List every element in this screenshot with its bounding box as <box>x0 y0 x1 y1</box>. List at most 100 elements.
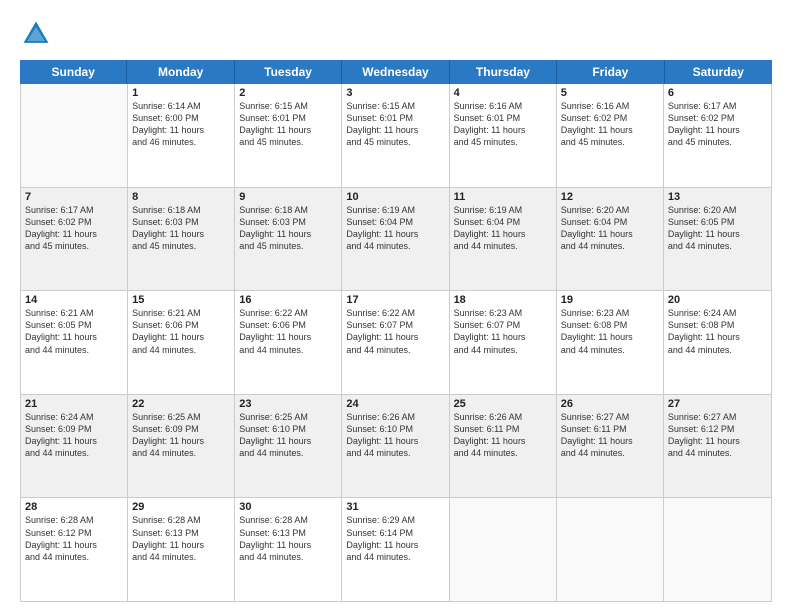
cell-info-line: Sunrise: 6:28 AM <box>25 514 123 526</box>
cell-info-line: Sunset: 6:01 PM <box>454 112 552 124</box>
cell-info-line: Sunrise: 6:23 AM <box>454 307 552 319</box>
logo <box>20 18 56 50</box>
cell-info-line: and 44 minutes. <box>561 240 659 252</box>
calendar-cell: 23Sunrise: 6:25 AMSunset: 6:10 PMDayligh… <box>235 395 342 498</box>
day-number: 1 <box>132 87 230 99</box>
cell-info-line: Sunset: 6:02 PM <box>668 112 767 124</box>
calendar-cell: 17Sunrise: 6:22 AMSunset: 6:07 PMDayligh… <box>342 291 449 394</box>
day-number: 25 <box>454 398 552 410</box>
calendar-cell: 5Sunrise: 6:16 AMSunset: 6:02 PMDaylight… <box>557 84 664 187</box>
cell-info-line: and 44 minutes. <box>239 344 337 356</box>
cell-info-line: and 44 minutes. <box>454 240 552 252</box>
calendar-cell: 30Sunrise: 6:28 AMSunset: 6:13 PMDayligh… <box>235 498 342 601</box>
day-number: 27 <box>668 398 767 410</box>
cell-info-line: Sunrise: 6:18 AM <box>239 204 337 216</box>
calendar-cell: 28Sunrise: 6:28 AMSunset: 6:12 PMDayligh… <box>21 498 128 601</box>
day-number: 9 <box>239 191 337 203</box>
day-number: 4 <box>454 87 552 99</box>
calendar-row: 28Sunrise: 6:28 AMSunset: 6:12 PMDayligh… <box>21 498 771 601</box>
cell-info-line: Sunrise: 6:29 AM <box>346 514 444 526</box>
calendar-cell: 11Sunrise: 6:19 AMSunset: 6:04 PMDayligh… <box>450 188 557 291</box>
cell-info-line: Daylight: 11 hours <box>132 539 230 551</box>
day-number: 31 <box>346 501 444 513</box>
cell-info-line: Sunset: 6:02 PM <box>25 216 123 228</box>
cell-info-line: Daylight: 11 hours <box>25 539 123 551</box>
cell-info-line: Daylight: 11 hours <box>239 539 337 551</box>
day-number: 26 <box>561 398 659 410</box>
day-number: 12 <box>561 191 659 203</box>
cell-info-line: and 44 minutes. <box>561 447 659 459</box>
cell-info-line: and 44 minutes. <box>346 344 444 356</box>
cell-info-line: Sunrise: 6:28 AM <box>132 514 230 526</box>
cal-header-day: Wednesday <box>342 60 449 84</box>
cell-info-line: Daylight: 11 hours <box>454 331 552 343</box>
cell-info-line: Sunset: 6:01 PM <box>239 112 337 124</box>
cell-info-line: and 44 minutes. <box>25 551 123 563</box>
cell-info-line: and 45 minutes. <box>132 240 230 252</box>
calendar-cell: 6Sunrise: 6:17 AMSunset: 6:02 PMDaylight… <box>664 84 771 187</box>
cell-info-line: Daylight: 11 hours <box>132 124 230 136</box>
cell-info-line: Sunset: 6:06 PM <box>239 319 337 331</box>
cell-info-line: Sunrise: 6:26 AM <box>346 411 444 423</box>
cell-info-line: and 44 minutes. <box>25 447 123 459</box>
cell-info-line: Daylight: 11 hours <box>668 435 767 447</box>
cell-info-line: Daylight: 11 hours <box>668 228 767 240</box>
cell-info-line: Sunrise: 6:27 AM <box>561 411 659 423</box>
cell-info-line: Sunset: 6:12 PM <box>25 527 123 539</box>
cell-info-line: Daylight: 11 hours <box>561 228 659 240</box>
cell-info-line: Sunrise: 6:16 AM <box>561 100 659 112</box>
day-number: 17 <box>346 294 444 306</box>
calendar-cell: 22Sunrise: 6:25 AMSunset: 6:09 PMDayligh… <box>128 395 235 498</box>
cell-info-line: Sunrise: 6:15 AM <box>346 100 444 112</box>
calendar-cell: 27Sunrise: 6:27 AMSunset: 6:12 PMDayligh… <box>664 395 771 498</box>
calendar-cell: 25Sunrise: 6:26 AMSunset: 6:11 PMDayligh… <box>450 395 557 498</box>
cell-info-line: Daylight: 11 hours <box>25 228 123 240</box>
calendar-row: 21Sunrise: 6:24 AMSunset: 6:09 PMDayligh… <box>21 395 771 499</box>
calendar-cell: 7Sunrise: 6:17 AMSunset: 6:02 PMDaylight… <box>21 188 128 291</box>
cell-info-line: Daylight: 11 hours <box>25 435 123 447</box>
cell-info-line: Daylight: 11 hours <box>346 435 444 447</box>
cell-info-line: Sunrise: 6:18 AM <box>132 204 230 216</box>
cell-info-line: Sunset: 6:06 PM <box>132 319 230 331</box>
cell-info-line: Daylight: 11 hours <box>132 435 230 447</box>
cell-info-line: Sunset: 6:00 PM <box>132 112 230 124</box>
calendar: SundayMondayTuesdayWednesdayThursdayFrid… <box>20 60 772 602</box>
cal-header-day: Sunday <box>20 60 127 84</box>
cell-info-line: Sunrise: 6:25 AM <box>132 411 230 423</box>
cell-info-line: Sunset: 6:10 PM <box>346 423 444 435</box>
cal-header-day: Friday <box>557 60 664 84</box>
day-number: 14 <box>25 294 123 306</box>
cell-info-line: Sunrise: 6:26 AM <box>454 411 552 423</box>
cell-info-line: Daylight: 11 hours <box>668 331 767 343</box>
cell-info-line: Sunrise: 6:19 AM <box>346 204 444 216</box>
cell-info-line: Sunset: 6:05 PM <box>668 216 767 228</box>
day-number: 7 <box>25 191 123 203</box>
cell-info-line: Sunrise: 6:20 AM <box>561 204 659 216</box>
calendar-header: SundayMondayTuesdayWednesdayThursdayFrid… <box>20 60 772 84</box>
cell-info-line: and 44 minutes. <box>454 447 552 459</box>
cell-info-line: and 44 minutes. <box>668 447 767 459</box>
calendar-cell: 24Sunrise: 6:26 AMSunset: 6:10 PMDayligh… <box>342 395 449 498</box>
cell-info-line: Daylight: 11 hours <box>239 435 337 447</box>
calendar-cell: 13Sunrise: 6:20 AMSunset: 6:05 PMDayligh… <box>664 188 771 291</box>
cell-info-line: Daylight: 11 hours <box>668 124 767 136</box>
cell-info-line: Sunset: 6:12 PM <box>668 423 767 435</box>
calendar-cell <box>664 498 771 601</box>
cell-info-line: and 45 minutes. <box>239 136 337 148</box>
cell-info-line: Sunset: 6:04 PM <box>561 216 659 228</box>
cell-info-line: Sunset: 6:02 PM <box>561 112 659 124</box>
cell-info-line: and 44 minutes. <box>668 240 767 252</box>
cell-info-line: Daylight: 11 hours <box>346 124 444 136</box>
cell-info-line: Sunset: 6:14 PM <box>346 527 444 539</box>
cell-info-line: Sunset: 6:05 PM <box>25 319 123 331</box>
calendar-cell: 16Sunrise: 6:22 AMSunset: 6:06 PMDayligh… <box>235 291 342 394</box>
cell-info-line: Daylight: 11 hours <box>346 228 444 240</box>
calendar-cell: 21Sunrise: 6:24 AMSunset: 6:09 PMDayligh… <box>21 395 128 498</box>
page: SundayMondayTuesdayWednesdayThursdayFrid… <box>0 0 792 612</box>
day-number: 19 <box>561 294 659 306</box>
calendar-cell: 2Sunrise: 6:15 AMSunset: 6:01 PMDaylight… <box>235 84 342 187</box>
cell-info-line: Sunrise: 6:24 AM <box>668 307 767 319</box>
day-number: 23 <box>239 398 337 410</box>
cell-info-line: and 45 minutes. <box>561 136 659 148</box>
cell-info-line: and 44 minutes. <box>239 551 337 563</box>
